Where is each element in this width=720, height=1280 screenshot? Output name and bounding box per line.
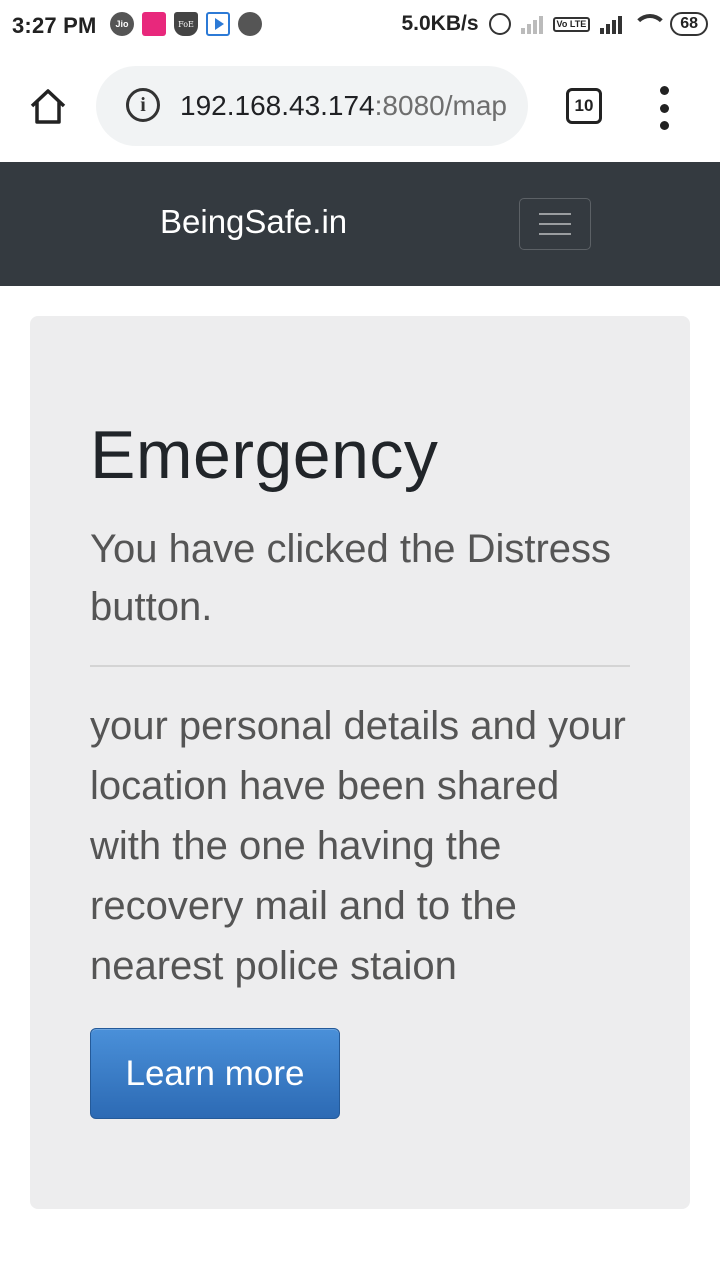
wifi-icon bbox=[632, 14, 669, 34]
hamburger-line bbox=[539, 213, 571, 215]
browser-toolbar: i 192.168.43.174:8080/map 10 bbox=[0, 52, 720, 162]
phone-icon bbox=[238, 12, 262, 36]
url-text[interactable]: 192.168.43.174:8080/map bbox=[180, 90, 506, 122]
url-path: :8080/map bbox=[374, 90, 506, 121]
lead-text: You have clicked the Distress button. bbox=[90, 527, 612, 629]
navbar-toggler-button[interactable] bbox=[519, 198, 591, 250]
divider bbox=[90, 665, 630, 667]
hamburger-line bbox=[539, 233, 571, 235]
status-bar: 3:27 PM Jio FoE 5.0KB/s Vo LTE 68 bbox=[0, 0, 720, 52]
alarm-icon bbox=[488, 13, 511, 35]
tab-switcher-button[interactable]: 10 bbox=[566, 88, 602, 124]
video-app-icon bbox=[206, 12, 230, 36]
jio-icon: Jio bbox=[110, 12, 134, 36]
page-title: Emergency bbox=[90, 417, 439, 493]
battery-icon: 68 bbox=[670, 12, 708, 36]
fore-app-icon bbox=[142, 12, 166, 36]
site-navbar: BeingSafe.in bbox=[0, 162, 720, 286]
address-bar[interactable]: i 192.168.43.174:8080/map bbox=[96, 66, 528, 146]
net-speed: 5.0KB/s bbox=[401, 12, 479, 35]
system-status: 5.0KB/s Vo LTE 68 bbox=[401, 12, 708, 36]
navbar-brand[interactable]: BeingSafe.in bbox=[160, 203, 347, 241]
emergency-jumbotron: Emergency You have clicked the Distress … bbox=[30, 316, 690, 1209]
home-icon[interactable] bbox=[26, 84, 70, 128]
learn-more-button[interactable]: Learn more bbox=[90, 1028, 340, 1119]
signal-sim1-icon bbox=[520, 14, 543, 34]
foe-app-icon: FoE bbox=[174, 12, 198, 36]
url-host: 192.168.43.174 bbox=[180, 90, 375, 121]
info-icon[interactable]: i bbox=[126, 88, 160, 122]
overflow-menu-icon[interactable] bbox=[650, 86, 678, 130]
notification-icons: Jio FoE bbox=[110, 12, 262, 36]
status-time: 3:27 PM bbox=[12, 13, 97, 38]
hamburger-line bbox=[539, 223, 571, 225]
volte-icon: Vo LTE bbox=[552, 16, 591, 32]
signal-icon bbox=[600, 14, 623, 34]
body-text: your personal details and your location … bbox=[90, 704, 626, 988]
